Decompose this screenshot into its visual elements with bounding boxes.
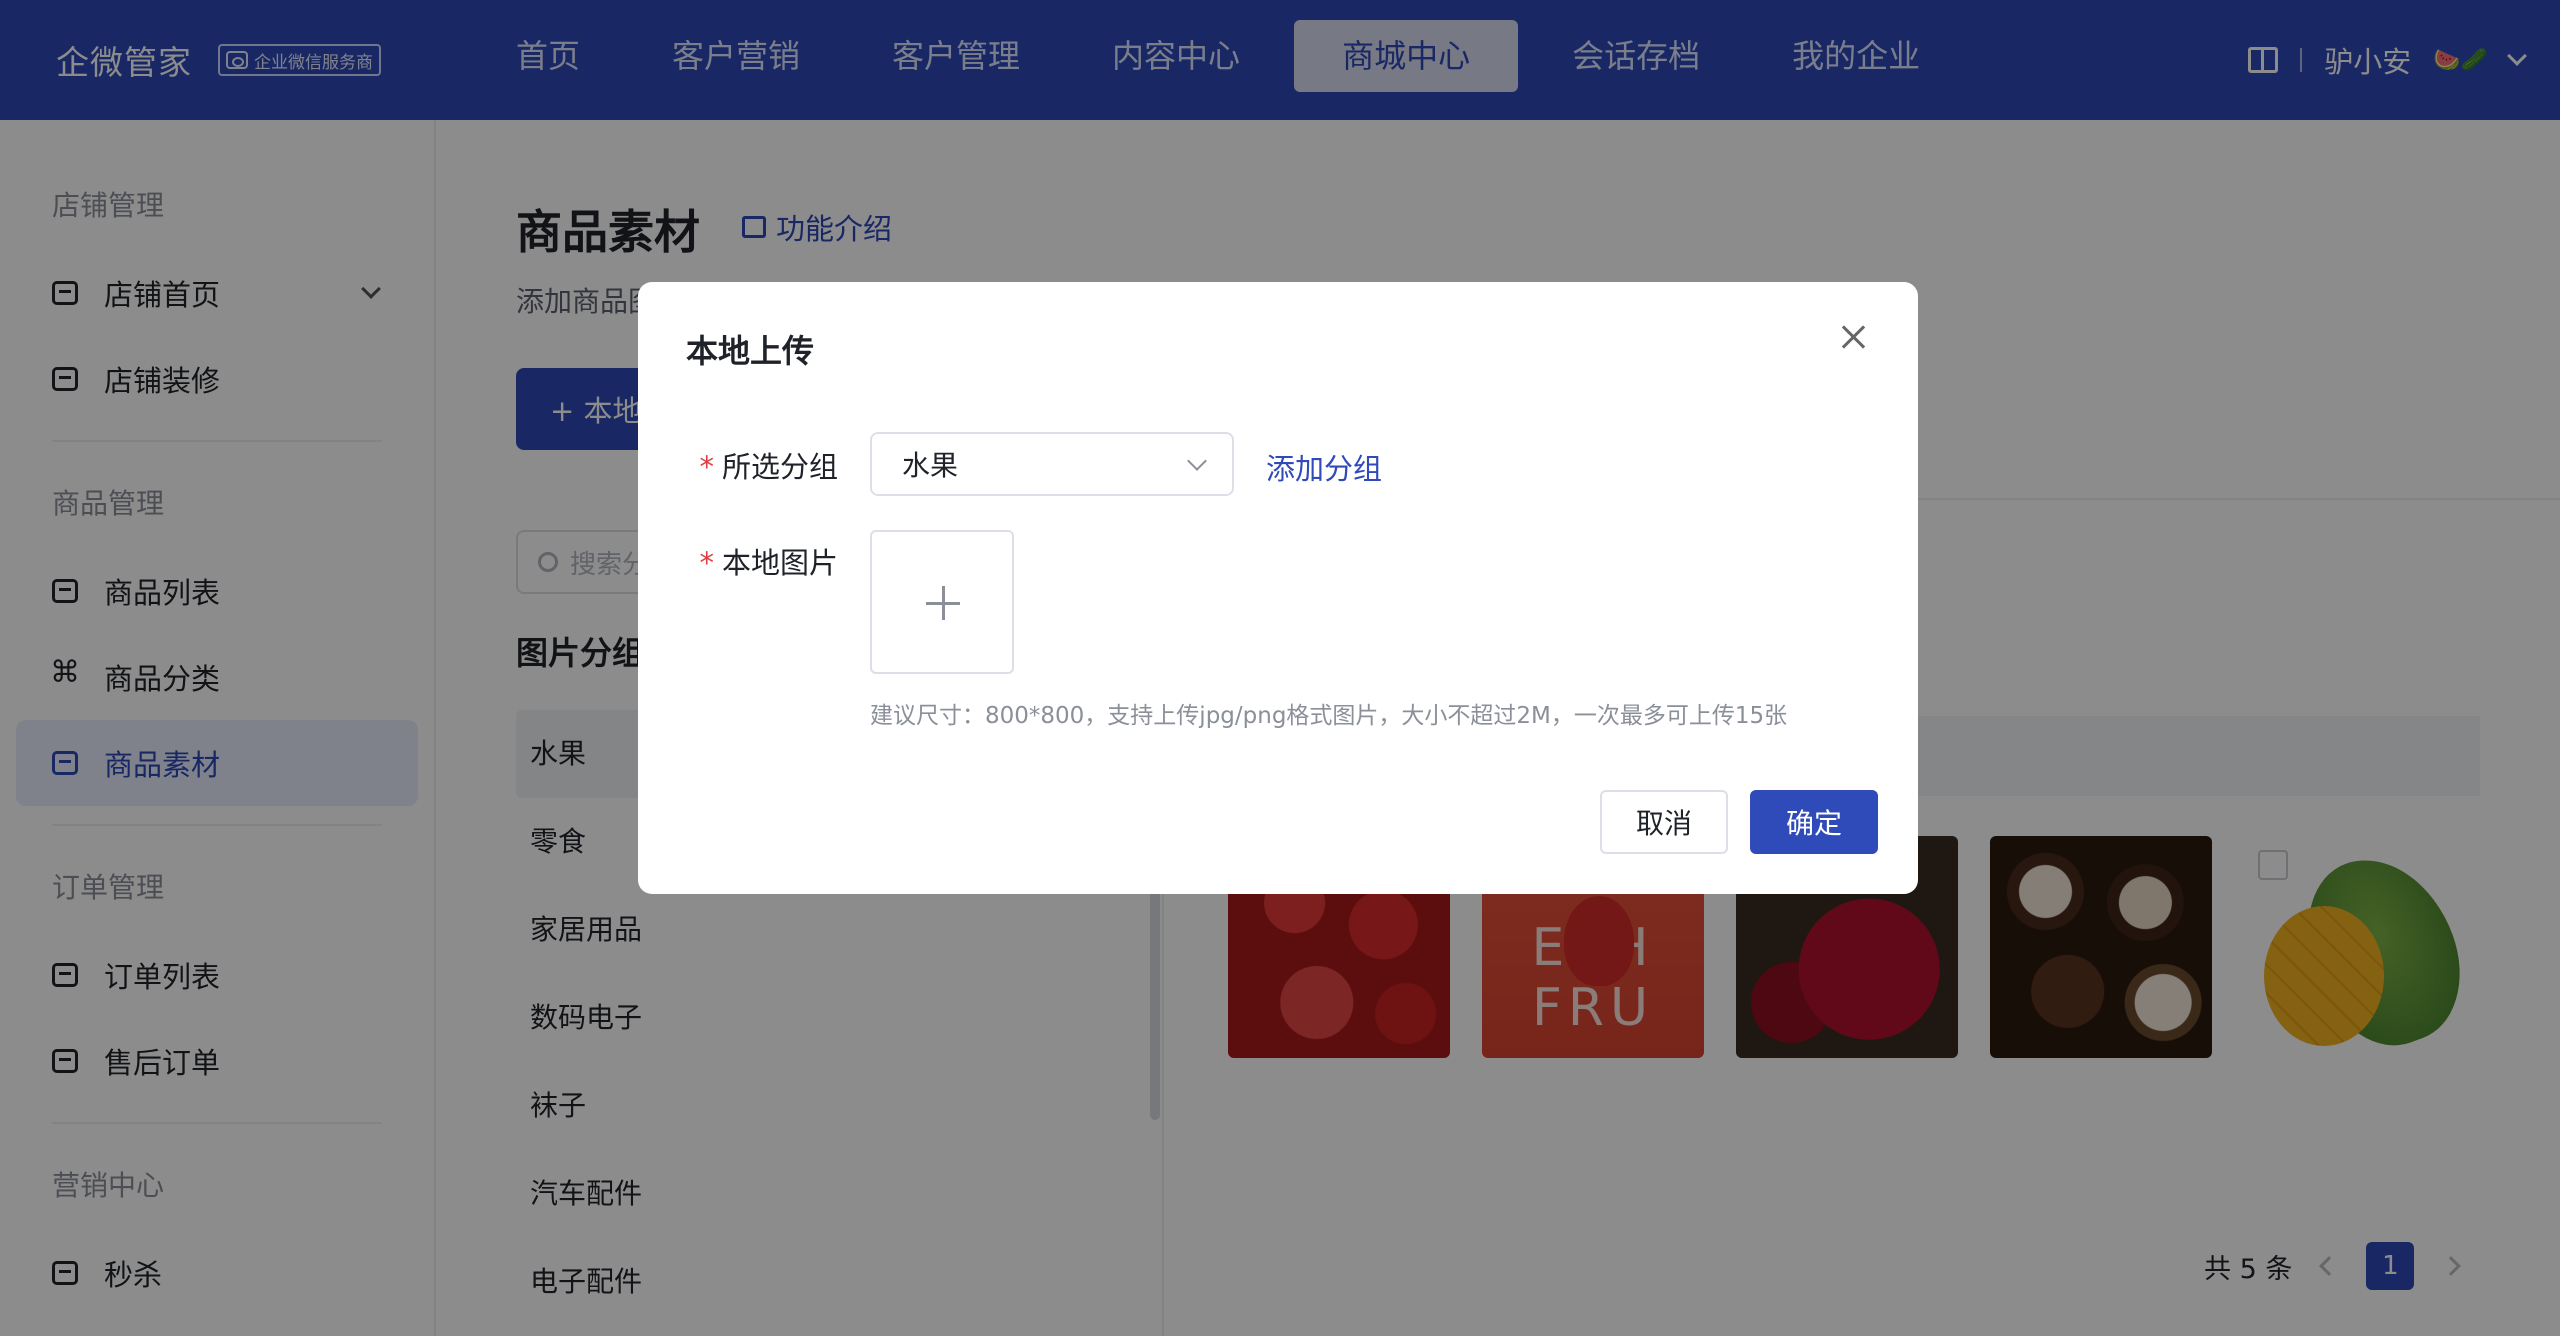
close-icon[interactable] bbox=[1838, 322, 1868, 352]
required-mark: * bbox=[699, 546, 714, 580]
group-field-label: * 所选分组 bbox=[598, 444, 838, 486]
group-select-value: 水果 bbox=[902, 449, 959, 482]
dialog-title: 本地上传 bbox=[686, 332, 815, 370]
group-label-text: 所选分组 bbox=[721, 450, 838, 484]
add-group-link[interactable]: 添加分组 bbox=[1266, 446, 1382, 488]
upload-hint: 建议尺寸：800*800，支持上传jpg/png格式图片，大小不超过2M，一次最… bbox=[870, 703, 1788, 729]
cancel-button[interactable]: 取消 bbox=[1600, 790, 1728, 854]
local-upload-dialog: 本地上传 * 所选分组 水果 添加分组 * 本地图片 建议尺寸：800*800，支持… bbox=[638, 282, 1918, 894]
image-label-text: 本地图片 bbox=[721, 546, 838, 580]
confirm-button[interactable]: 确定 bbox=[1750, 790, 1878, 854]
chevron-down-icon bbox=[1187, 451, 1207, 471]
group-select[interactable]: 水果 bbox=[870, 432, 1234, 496]
image-uploader[interactable] bbox=[870, 530, 1014, 674]
plus-icon-vertical bbox=[942, 586, 945, 620]
required-mark: * bbox=[699, 450, 714, 484]
image-field-label: * 本地图片 bbox=[598, 540, 838, 582]
